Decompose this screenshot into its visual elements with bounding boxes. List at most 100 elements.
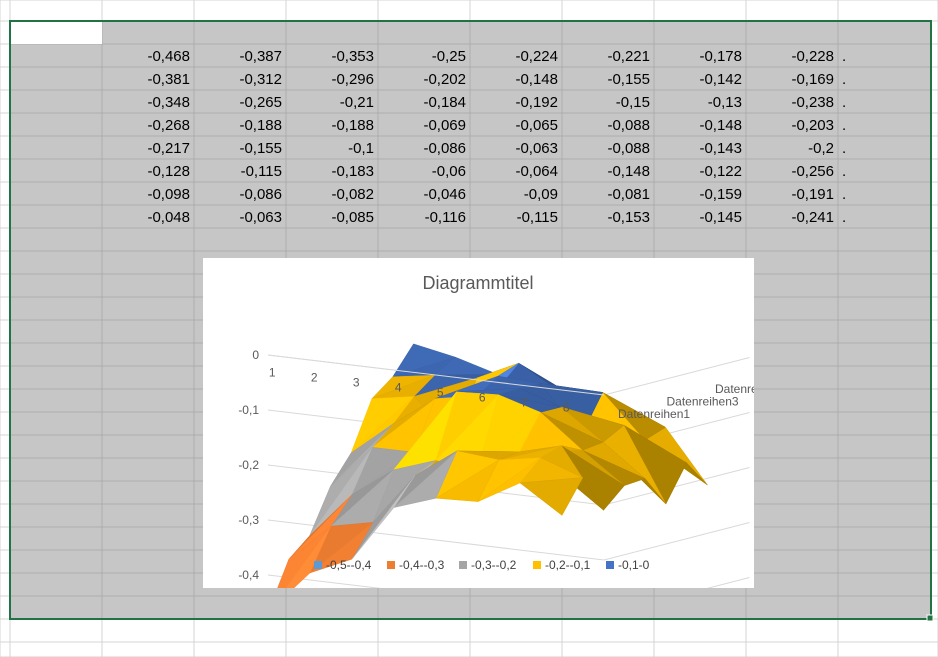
cell-value[interactable]: -0,188 — [331, 117, 374, 134]
cell-value[interactable]: -0,178 — [699, 48, 742, 65]
legend-swatch — [314, 561, 322, 569]
cell-value[interactable]: -0,069 — [423, 117, 466, 134]
cell-value[interactable]: -0,081 — [607, 186, 650, 203]
legend-label: -0,2--0,1 — [545, 558, 591, 572]
cell-value[interactable]: -0,145 — [699, 209, 742, 226]
cell-value[interactable]: -0,082 — [331, 186, 374, 203]
legend-swatch — [533, 561, 541, 569]
cell-value[interactable]: -0,1 — [348, 140, 374, 157]
cell-value[interactable]: -0,21 — [340, 94, 374, 111]
cell-value[interactable]: -0,09 — [524, 186, 558, 203]
cell-value[interactable]: -0,159 — [699, 186, 742, 203]
cell-value[interactable]: -0,065 — [515, 117, 558, 134]
legend-item[interactable]: -0,4--0,3 — [387, 558, 444, 572]
cell-value[interactable]: -0,128 — [147, 163, 190, 180]
x-tick-label: 3 — [353, 376, 360, 390]
cell-value[interactable]: -0,221 — [607, 48, 650, 65]
cell-value[interactable]: -0,063 — [239, 209, 282, 226]
cell-value[interactable]: -0,098 — [147, 186, 190, 203]
legend-item[interactable]: -0,2--0,1 — [533, 558, 590, 572]
x-tick-label: 1 — [269, 366, 276, 380]
z-tick-label: -0,1 — [238, 403, 259, 417]
x-tick-label: 4 — [395, 381, 402, 395]
cell-value[interactable]: -0,188 — [239, 117, 282, 134]
z-tick-label: 0 — [252, 348, 259, 362]
legend-item[interactable]: -0,1-0 — [606, 558, 649, 572]
cell-value[interactable]: -0,155 — [239, 140, 282, 157]
cell-value[interactable]: -0,115 — [241, 163, 282, 180]
cell-value[interactable]: . — [842, 186, 846, 203]
chart-title[interactable]: Diagrammtitel — [422, 273, 533, 293]
cell-value[interactable]: -0,086 — [423, 140, 466, 157]
cell-value[interactable]: -0,148 — [699, 117, 742, 134]
chart-canvas: Diagrammtitel 0-0,1-0,2-0,3-0,4-0,512345… — [238, 273, 754, 588]
cell-value[interactable]: -0,15 — [616, 94, 650, 111]
fill-handle[interactable] — [926, 614, 934, 622]
cell-value[interactable]: -0,148 — [515, 71, 558, 88]
cell-value[interactable]: -0,224 — [515, 48, 558, 65]
cell-value[interactable]: . — [842, 71, 846, 88]
cell-value[interactable]: -0,265 — [239, 94, 282, 111]
x-tick-label: 8 — [563, 401, 570, 415]
legend-label: -0,1-0 — [618, 558, 650, 572]
cell-value[interactable]: -0,143 — [699, 140, 742, 157]
cell-value[interactable]: -0,381 — [147, 71, 190, 88]
cell-value[interactable]: -0,169 — [791, 71, 834, 88]
cell-value[interactable]: -0,468 — [147, 48, 190, 65]
cell-value[interactable]: -0,238 — [791, 94, 834, 111]
cell-value[interactable]: -0,192 — [515, 94, 558, 111]
cell-value[interactable]: -0,203 — [791, 117, 834, 134]
cell-value[interactable]: -0,25 — [432, 48, 466, 65]
cell-value[interactable]: -0,116 — [425, 209, 466, 226]
cell-value[interactable]: . — [842, 94, 846, 111]
cell-value[interactable]: -0,122 — [699, 163, 742, 180]
cell-value[interactable]: -0,2 — [808, 140, 834, 157]
cell-value[interactable]: -0,088 — [607, 117, 650, 134]
legend-item[interactable]: -0,3--0,2 — [459, 558, 516, 572]
cell-value[interactable]: -0,064 — [515, 163, 558, 180]
surface-chart[interactable]: Diagrammtitel 0-0,1-0,2-0,3-0,4-0,512345… — [203, 258, 754, 588]
cell-value[interactable]: . — [842, 163, 846, 180]
cell-value[interactable]: -0,153 — [607, 209, 650, 226]
cell-value[interactable]: . — [842, 117, 846, 134]
cell-value[interactable]: -0,085 — [331, 209, 374, 226]
cell-value[interactable]: -0,191 — [791, 186, 834, 203]
cell-value[interactable]: -0,228 — [791, 48, 834, 65]
cell-value[interactable]: -0,387 — [239, 48, 282, 65]
legend-label: -0,5--0,4 — [326, 558, 372, 572]
legend-item[interactable]: -0,5--0,4 — [314, 558, 371, 572]
cell-value[interactable]: -0,268 — [147, 117, 190, 134]
surface-plot: 0-0,1-0,2-0,3-0,4-0,512345678Datenreihen… — [238, 343, 754, 588]
cell-value[interactable]: -0,184 — [423, 94, 466, 111]
cell-value[interactable]: -0,183 — [331, 163, 374, 180]
cell-value[interactable]: . — [842, 140, 846, 157]
cell-value[interactable]: -0,348 — [147, 94, 190, 111]
cell-value[interactable]: -0,115 — [517, 209, 558, 226]
cell-value[interactable]: -0,086 — [239, 186, 282, 203]
cell-value[interactable]: -0,048 — [147, 209, 190, 226]
legend-swatch — [387, 561, 395, 569]
legend-swatch — [459, 561, 467, 569]
z-tick-label: -0,2 — [238, 458, 259, 472]
cell-value[interactable]: . — [842, 48, 846, 65]
cell-value[interactable]: -0,241 — [791, 209, 834, 226]
cell-value[interactable]: -0,353 — [331, 48, 374, 65]
legend-label: -0,4--0,3 — [399, 558, 445, 572]
cell-value[interactable]: -0,155 — [607, 71, 650, 88]
cell-value[interactable]: -0,296 — [331, 71, 374, 88]
cell-value[interactable]: -0,217 — [147, 140, 190, 157]
cell-value[interactable]: -0,088 — [607, 140, 650, 157]
cell-value[interactable]: -0,142 — [699, 71, 742, 88]
active-cell[interactable] — [11, 22, 102, 44]
cell-value[interactable]: -0,06 — [432, 163, 466, 180]
cell-value[interactable]: -0,312 — [239, 71, 282, 88]
z-tick-label: -0,3 — [238, 513, 259, 527]
cell-value[interactable]: -0,13 — [708, 94, 742, 111]
cell-value[interactable]: -0,063 — [515, 140, 558, 157]
cell-value[interactable]: -0,202 — [423, 71, 466, 88]
cell-value[interactable]: . — [842, 209, 846, 226]
z-tick-label: -0,4 — [238, 568, 259, 582]
cell-value[interactable]: -0,046 — [423, 186, 466, 203]
cell-value[interactable]: -0,256 — [791, 163, 834, 180]
cell-value[interactable]: -0,148 — [607, 163, 650, 180]
